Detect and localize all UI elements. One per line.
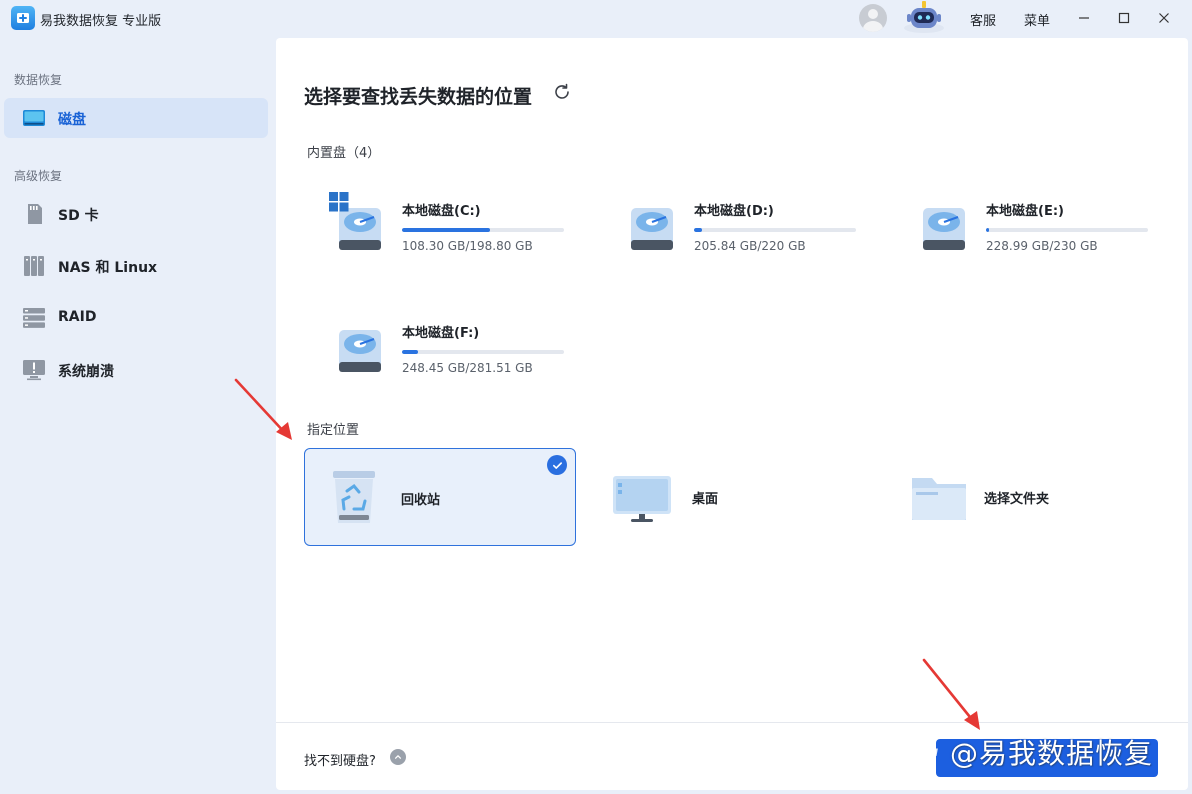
- page-title: 选择要查找丢失数据的位置: [304, 86, 533, 108]
- hard-disk-icon: [339, 330, 381, 372]
- menu-link[interactable]: 菜单: [1024, 10, 1050, 29]
- scan-button[interactable]: [936, 739, 1158, 777]
- hard-disk-icon: [923, 208, 965, 250]
- maximize-icon: [1118, 12, 1130, 24]
- disk-item-e[interactable]: 本地磁盘(E:) 228.99 GB/230 GB: [890, 182, 1160, 282]
- disk-size: 108.30 GB/198.80 GB: [402, 239, 533, 253]
- disk-icon: [23, 110, 45, 126]
- sidebar-item-raid[interactable]: RAID: [4, 298, 268, 338]
- raid-icon: [23, 308, 45, 328]
- customer-service-link[interactable]: 客服: [970, 10, 996, 29]
- main-panel: 选择要查找丢失数据的位置 内置盘（4） 本地磁盘(C:) 108.30 GB/1…: [276, 38, 1188, 790]
- disk-name: 本地磁盘(D:): [694, 204, 774, 219]
- location-desktop[interactable]: 桌面: [596, 448, 868, 546]
- hard-disk-icon: [631, 208, 673, 250]
- specified-location-label: 指定位置: [307, 423, 360, 438]
- disk-size: 205.84 GB/220 GB: [694, 239, 806, 253]
- location-label: 回收站: [401, 493, 441, 508]
- disk-usage-bar: [402, 228, 564, 232]
- expand-up-icon[interactable]: [390, 749, 406, 765]
- sidebar-item-label: 磁盘: [58, 112, 86, 128]
- sidebar: 数据恢复 磁盘 高级恢复 SD 卡 NAS 和 Linux RAID 系统崩溃: [0, 38, 276, 794]
- sidebar-item-label: NAS 和 Linux: [58, 260, 158, 276]
- disk-item-f[interactable]: 本地磁盘(F:) 248.45 GB/281.51 GB: [306, 304, 576, 404]
- sidebar-group-data-recovery: 数据恢复: [14, 73, 63, 87]
- system-disk-icon: [329, 192, 381, 250]
- app-title: 易我数据恢复 专业版: [40, 14, 162, 29]
- location-label: 桌面: [692, 492, 719, 507]
- sidebar-item-system-crash[interactable]: 系统崩溃: [4, 350, 268, 390]
- app-logo-icon: [11, 6, 35, 30]
- title-bar: 易我数据恢复 专业版 客服 菜单: [0, 0, 1192, 38]
- user-avatar[interactable]: [859, 4, 887, 32]
- sd-card-icon: [28, 204, 42, 224]
- system-crash-icon: [23, 360, 45, 381]
- disk-item-c[interactable]: 本地磁盘(C:) 108.30 GB/198.80 GB: [306, 182, 576, 282]
- disk-name: 本地磁盘(E:): [986, 204, 1064, 219]
- disk-name: 本地磁盘(C:): [402, 204, 481, 219]
- cant-find-disk-link[interactable]: 找不到硬盘?: [304, 750, 376, 769]
- sidebar-item-label: 系统崩溃: [58, 364, 114, 380]
- folder-icon: [912, 478, 966, 520]
- sidebar-item-sd-card[interactable]: SD 卡: [4, 194, 268, 234]
- minimize-icon: [1079, 17, 1089, 19]
- sidebar-group-advanced-recovery: 高级恢复: [14, 169, 63, 183]
- location-label: 选择文件夹: [984, 492, 1050, 507]
- nas-icon: [24, 256, 44, 276]
- recycle-bin-icon: [333, 471, 375, 523]
- disk-name: 本地磁盘(F:): [402, 326, 480, 341]
- sidebar-item-disk[interactable]: 磁盘: [4, 98, 268, 138]
- disk-size: 228.99 GB/230 GB: [986, 239, 1098, 253]
- disk-size: 248.45 GB/281.51 GB: [402, 361, 533, 375]
- location-recycle-bin[interactable]: 回收站: [304, 448, 576, 546]
- footer-bar: 找不到硬盘?: [276, 722, 1188, 790]
- sidebar-item-label: RAID: [58, 309, 97, 325]
- maximize-button[interactable]: [1110, 6, 1138, 30]
- refresh-icon[interactable]: [552, 82, 572, 102]
- sidebar-item-label: SD 卡: [58, 208, 99, 224]
- location-select-folder[interactable]: 选择文件夹: [888, 448, 1160, 546]
- minimize-button[interactable]: [1070, 6, 1098, 30]
- robot-assistant-icon[interactable]: [902, 0, 946, 34]
- disk-usage-bar: [694, 228, 856, 232]
- close-icon: [1159, 13, 1169, 23]
- disk-usage-bar: [986, 228, 1148, 232]
- internal-disks-label: 内置盘（4）: [307, 146, 381, 161]
- disk-item-d[interactable]: 本地磁盘(D:) 205.84 GB/220 GB: [598, 182, 868, 282]
- disk-usage-bar: [402, 350, 564, 354]
- sidebar-item-nas-linux[interactable]: NAS 和 Linux: [4, 246, 268, 286]
- close-button[interactable]: [1150, 6, 1178, 30]
- desktop-monitor-icon: [613, 476, 671, 522]
- selected-check-icon: [547, 455, 567, 475]
